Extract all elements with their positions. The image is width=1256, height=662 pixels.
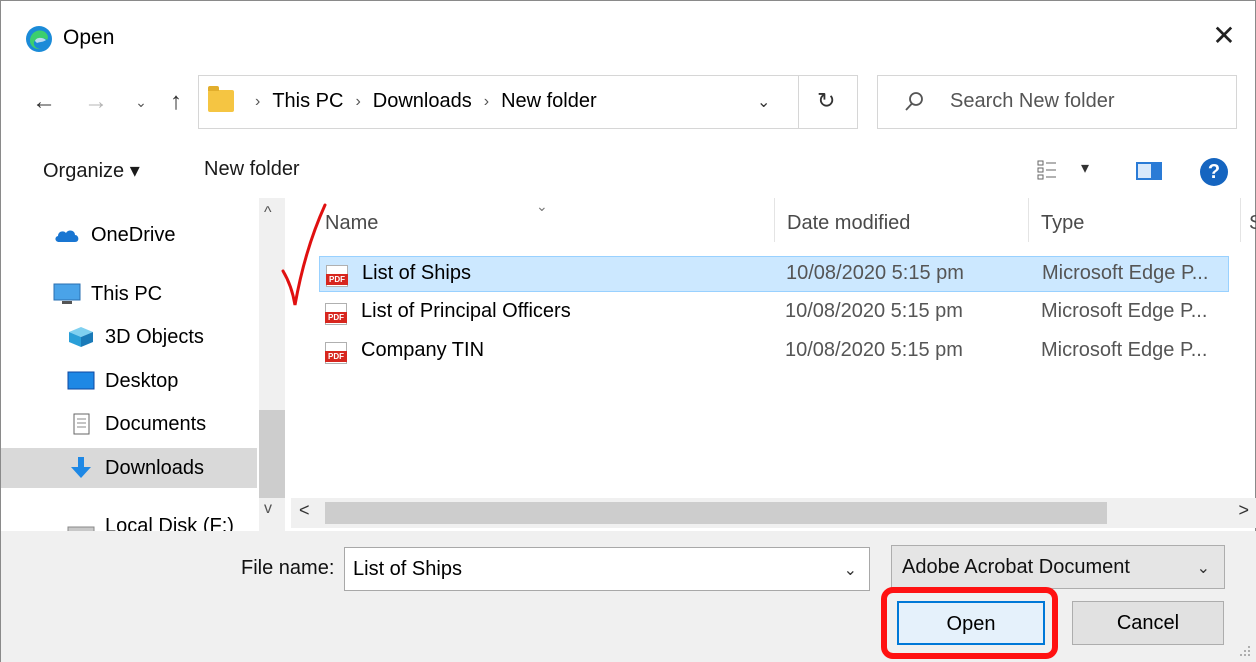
scroll-up-icon[interactable]: ^ — [264, 204, 272, 222]
edge-browser-icon — [26, 26, 52, 52]
back-arrow-icon[interactable]: ← — [27, 87, 61, 117]
pdf-file-icon — [326, 265, 348, 287]
scroll-right-icon[interactable]: > — [1238, 500, 1249, 521]
file-list: ⌄ Name Date modified Type S List of Ship… — [291, 198, 1256, 498]
command-toolbar: Organize ▾ New folder ▾ ? — [1, 146, 1255, 196]
scrollbar-thumb[interactable] — [325, 502, 1107, 524]
sidebar-item-downloads[interactable]: Downloads — [1, 448, 257, 488]
breadcrumb: › This PC › Downloads › New folder — [243, 90, 597, 113]
file-type-select[interactable]: Adobe Acrobat Document ⌄ — [891, 545, 1225, 589]
download-arrow-icon — [71, 457, 91, 478]
open-button[interactable]: Open — [897, 601, 1045, 645]
sidebar-item-local-disk[interactable]: Local Disk (F:) — [1, 506, 257, 531]
file-row[interactable]: List of Ships 10/08/2020 5:15 pm Microso… — [319, 256, 1229, 292]
file-name: List of Ships — [362, 262, 471, 284]
sort-indicator-icon: ⌄ — [536, 198, 548, 214]
sidebar-item-documents[interactable]: Documents — [1, 404, 257, 444]
file-name-combobox[interactable]: ⌄ — [344, 547, 870, 591]
sidebar-item-this-pc[interactable]: This PC — [1, 274, 257, 314]
sidebar-item-label: 3D Objects — [105, 325, 204, 348]
file-row[interactable]: List of Principal Officers 10/08/2020 5:… — [319, 295, 1229, 331]
up-arrow-icon[interactable]: ↑ — [161, 87, 191, 117]
help-icon[interactable]: ? — [1200, 158, 1228, 186]
column-header-name[interactable]: Name — [325, 212, 378, 262]
cloud-icon — [55, 230, 79, 242]
pdf-file-icon — [325, 342, 347, 364]
sidebar-item-desktop[interactable]: Desktop — [1, 361, 257, 401]
view-dropdown-icon[interactable]: ▾ — [1081, 158, 1089, 178]
column-header-size[interactable]: S — [1249, 212, 1256, 262]
sidebar-item-3d-objects[interactable]: 3D Objects — [1, 317, 257, 357]
cancel-button[interactable]: Cancel — [1072, 601, 1224, 645]
search-icon — [905, 92, 923, 111]
file-name-dropdown-icon[interactable]: ⌄ — [844, 560, 857, 580]
red-checkmark-annotation — [281, 203, 327, 306]
breadcrumb-this-pc[interactable]: This PC — [272, 90, 343, 113]
title-bar: Open ✕ — [1, 1, 1255, 75]
breadcrumb-downloads[interactable]: Downloads — [373, 90, 472, 113]
search-box[interactable]: Search New folder — [877, 75, 1237, 129]
view-options-icon[interactable] — [1037, 160, 1057, 180]
column-header-type[interactable]: Type — [1041, 212, 1084, 262]
dialog-footer: File name: ⌄ Adobe Acrobat Document ⌄ — [1, 531, 1256, 662]
file-type: Microsoft Edge P... — [1041, 300, 1208, 322]
file-row[interactable]: Company TIN 10/08/2020 5:15 pm Microsoft… — [319, 334, 1229, 370]
file-name-label: File name: — [241, 557, 335, 579]
address-bar[interactable]: › This PC › Downloads › New folder ⌄ ↻ — [198, 75, 858, 129]
new-folder-button[interactable]: New folder — [204, 158, 300, 181]
sidebar-item-label: Downloads — [105, 456, 204, 479]
breadcrumb-new-folder[interactable]: New folder — [501, 90, 597, 113]
scroll-left-icon[interactable]: < — [299, 500, 310, 521]
organize-menu-button[interactable]: Organize ▾ — [43, 158, 140, 183]
window-title: Open — [63, 26, 115, 49]
navigation-bar: ← → ⌄ ↑ › This PC › Downloads › New fold… — [1, 75, 1255, 131]
address-divider — [798, 76, 799, 128]
file-name: List of Principal Officers — [361, 300, 571, 322]
navigation-pane: OneDrive This PC 3D Objects Desktop Docu… — [1, 198, 257, 531]
file-type-value: Adobe Acrobat Document — [902, 556, 1130, 578]
close-icon[interactable]: ✕ — [1207, 19, 1241, 53]
refresh-icon[interactable]: ↻ — [817, 88, 835, 114]
file-name: Company TIN — [361, 339, 485, 361]
cube-icon — [69, 327, 93, 347]
open-file-dialog: Open ✕ ← → ⌄ ↑ › This PC › Downloads › N… — [0, 0, 1256, 662]
file-date-modified: 10/08/2020 5:15 pm — [785, 300, 963, 322]
computer-icon — [53, 283, 81, 304]
breadcrumb-separator-icon[interactable]: › — [355, 93, 360, 111]
file-name-field[interactable] — [353, 558, 823, 581]
column-divider[interactable] — [1240, 198, 1241, 242]
recent-locations-chevron-icon[interactable]: ⌄ — [131, 87, 151, 117]
file-type: Microsoft Edge P... — [1042, 262, 1209, 284]
drive-icon — [67, 526, 95, 531]
preview-pane-icon[interactable] — [1136, 162, 1162, 180]
sidebar-item-label: Documents — [105, 412, 207, 435]
folder-icon — [208, 86, 234, 112]
breadcrumb-separator-icon[interactable]: › — [255, 93, 260, 111]
file-type-dropdown-icon[interactable]: ⌄ — [1197, 558, 1210, 578]
sidebar-item-label: OneDrive — [91, 223, 176, 246]
resize-grip-icon[interactable] — [1237, 643, 1251, 657]
file-date-modified: 10/08/2020 5:15 pm — [785, 339, 963, 361]
sidebar-item-onedrive[interactable]: OneDrive — [1, 215, 257, 255]
file-date-modified: 10/08/2020 5:15 pm — [786, 262, 964, 284]
address-dropdown-icon[interactable]: ⌄ — [757, 92, 770, 112]
desktop-icon — [67, 371, 95, 390]
search-input[interactable]: Search New folder — [950, 90, 1115, 113]
forward-arrow-icon[interactable]: → — [81, 87, 111, 117]
sidebar-item-label: This PC — [91, 282, 163, 305]
sidebar-item-label: Local Disk (F:) — [105, 514, 234, 532]
sidebar-item-label: Desktop — [105, 369, 179, 392]
breadcrumb-separator-icon[interactable]: › — [484, 93, 489, 111]
file-list-horizontal-scrollbar[interactable]: < > — [291, 498, 1256, 528]
file-type: Microsoft Edge P... — [1041, 339, 1208, 361]
column-header-date-modified[interactable]: Date modified — [787, 212, 910, 262]
column-divider[interactable] — [1028, 198, 1029, 242]
column-divider[interactable] — [774, 198, 775, 242]
scroll-down-icon[interactable]: v — [264, 500, 272, 518]
document-icon — [73, 413, 90, 435]
scrollbar-thumb[interactable] — [259, 410, 285, 498]
